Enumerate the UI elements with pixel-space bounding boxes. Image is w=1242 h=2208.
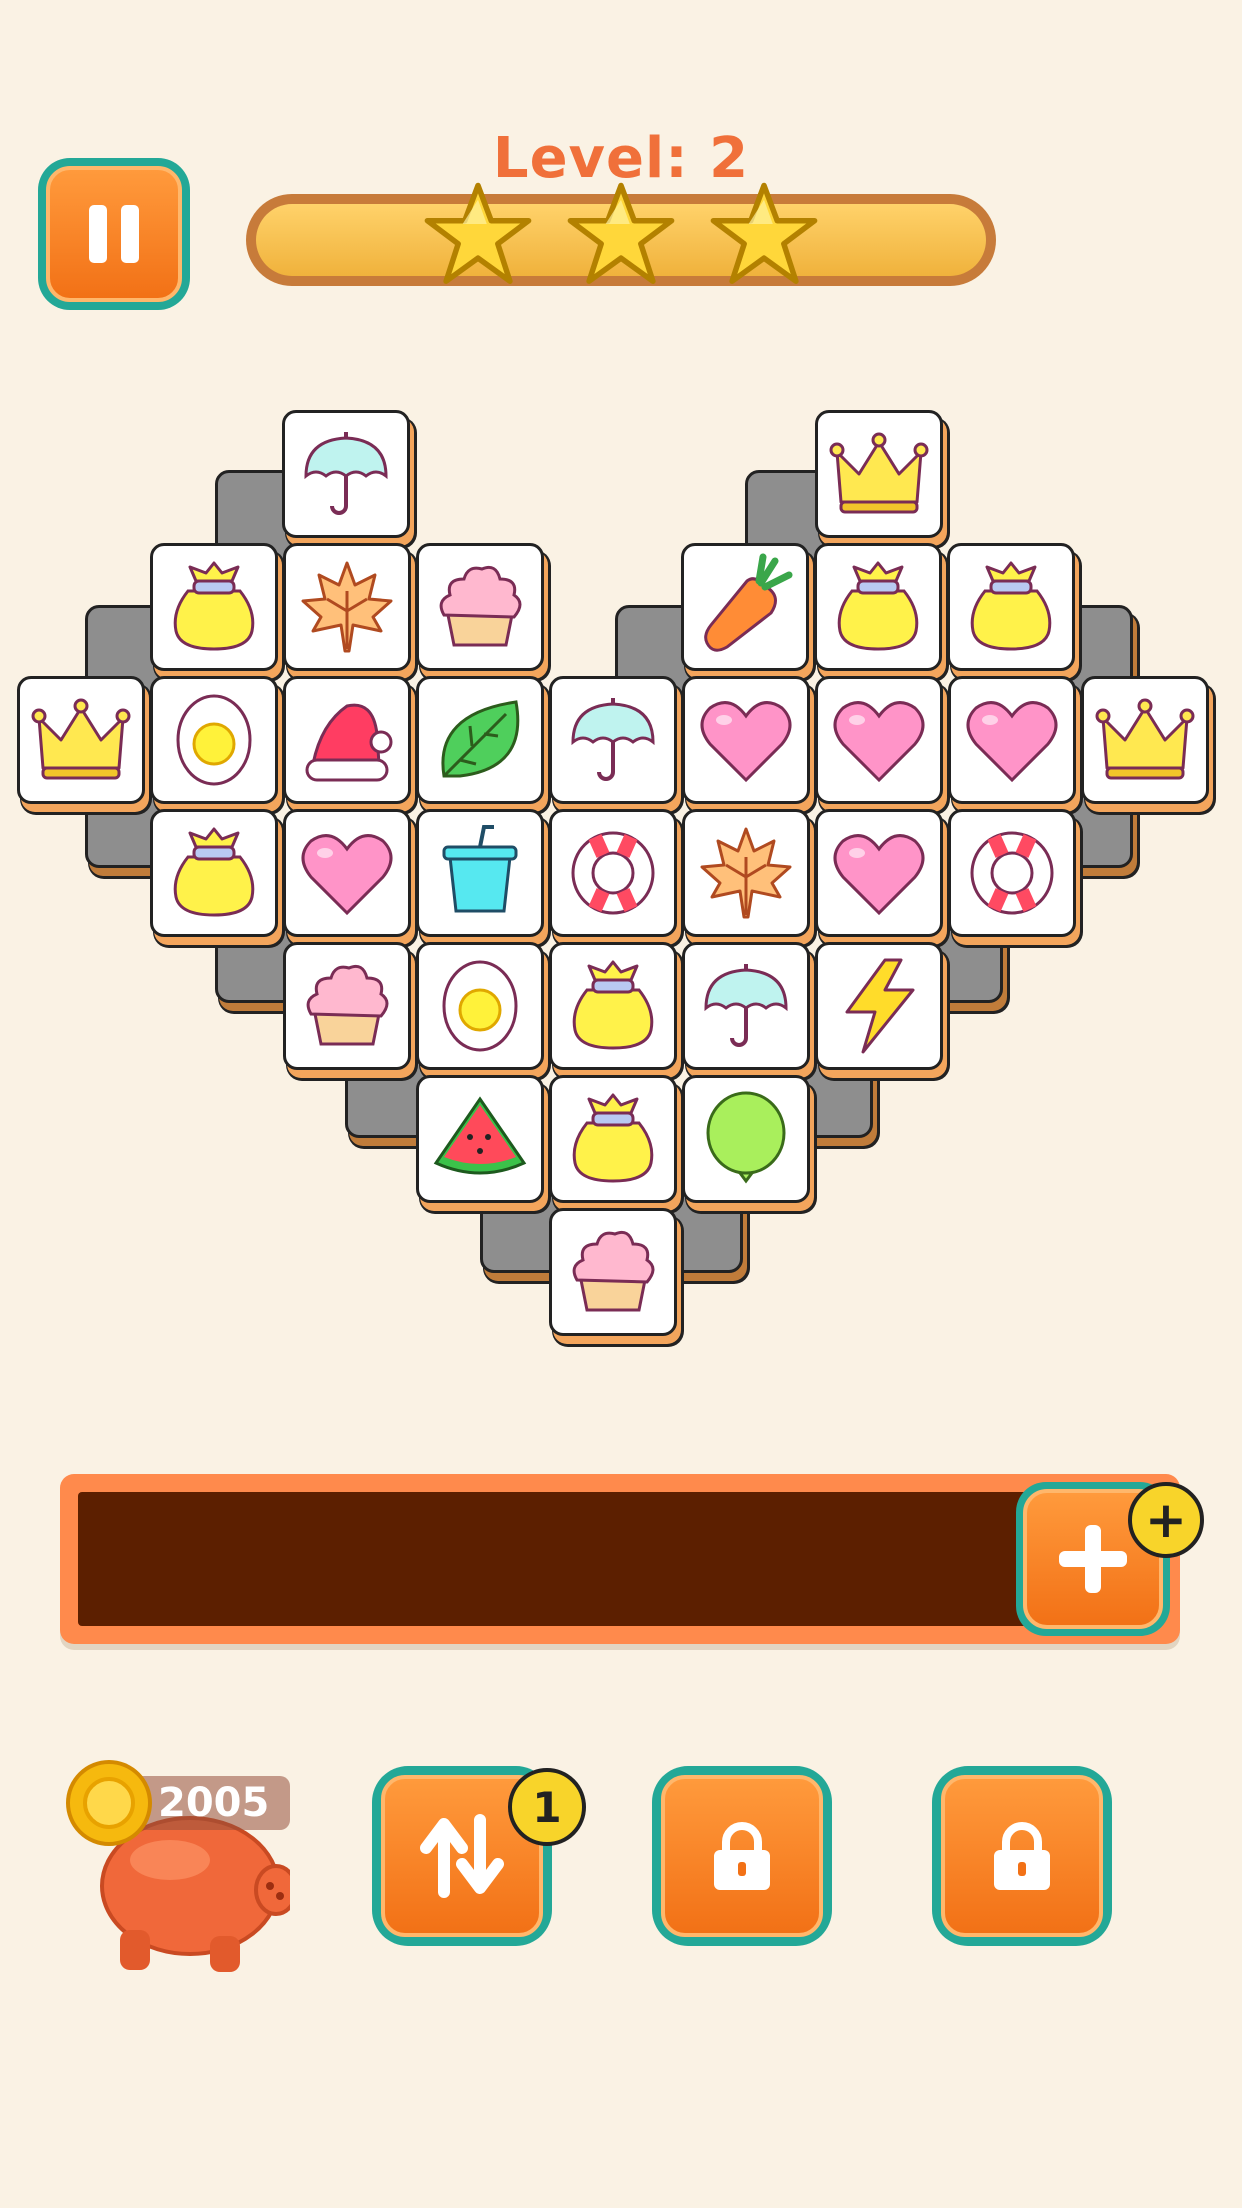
cup-icon (442, 825, 518, 913)
tile-money-bag[interactable] (549, 942, 677, 1070)
tile-maple-leaf[interactable] (283, 543, 411, 671)
tile-money-bag[interactable] (150, 809, 278, 937)
heart-icon (700, 701, 792, 783)
coin-count: 2005 (158, 1780, 270, 1826)
money-bag-icon (572, 960, 654, 1050)
crown-icon (829, 432, 929, 514)
locked-tool-button[interactable] (652, 1766, 832, 1946)
life-ring-icon (571, 831, 655, 915)
money-bag-icon (572, 1093, 654, 1183)
umbrella-icon (571, 698, 655, 781)
money-bag-icon (173, 561, 255, 651)
plus-icon (1059, 1525, 1127, 1593)
tile-tray (60, 1474, 1180, 1644)
leaf-icon (441, 700, 520, 778)
tile-cupcake[interactable] (283, 942, 411, 1070)
tile-heart[interactable] (283, 809, 411, 937)
shuffle-arrows-icon (420, 1814, 504, 1898)
tile-umbrella[interactable] (682, 942, 810, 1070)
maple-leaf-icon (301, 561, 393, 653)
locked-tool-button[interactable] (932, 1766, 1112, 1946)
santa-hat-icon (305, 703, 393, 782)
lock-icon (994, 1822, 1050, 1890)
heart-icon (301, 834, 393, 916)
heart-icon (966, 701, 1058, 783)
pause-icon (89, 205, 107, 263)
tile-life-ring[interactable] (948, 809, 1076, 937)
heart-icon (833, 701, 925, 783)
tile-heart[interactable] (948, 676, 1076, 804)
tile-life-ring[interactable] (549, 809, 677, 937)
tile-cupcake[interactable] (416, 543, 544, 671)
tile-leaf[interactable] (416, 676, 544, 804)
cupcake-icon (439, 565, 522, 647)
tile-crown[interactable] (1081, 676, 1209, 804)
tile-crown[interactable] (17, 676, 145, 804)
cupcake-icon (572, 1230, 655, 1312)
star-icon (567, 182, 675, 284)
crown-icon (1095, 698, 1195, 780)
egg-icon (176, 694, 252, 786)
tile-money-bag[interactable] (947, 543, 1075, 671)
tile-money-bag[interactable] (814, 543, 942, 671)
tile-heart[interactable] (682, 676, 810, 804)
tray-slots (78, 1492, 1162, 1626)
tile-balloon[interactable] (682, 1075, 810, 1203)
tile-umbrella[interactable] (282, 410, 410, 538)
cupcake-icon (306, 964, 389, 1046)
tile-money-bag[interactable] (150, 543, 278, 671)
star-icon (710, 182, 818, 284)
tile-santa-hat[interactable] (283, 676, 411, 804)
tile-cupcake[interactable] (549, 1208, 677, 1336)
shuffle-count-badge: 1 (508, 1768, 586, 1846)
tile-crown[interactable] (815, 410, 943, 538)
tile-egg[interactable] (150, 676, 278, 804)
umbrella-icon (304, 432, 388, 515)
tile-money-bag[interactable] (549, 1075, 677, 1203)
lightning-icon (845, 958, 915, 1054)
carrot-icon (704, 553, 793, 652)
add-slot-badge: + (1128, 1482, 1204, 1558)
tile-heart[interactable] (815, 809, 943, 937)
tile-egg[interactable] (416, 942, 544, 1070)
umbrella-icon (704, 964, 788, 1047)
money-bag-icon (837, 561, 919, 651)
tile-watermelon[interactable] (416, 1075, 544, 1203)
tile-umbrella[interactable] (549, 676, 677, 804)
tile-carrot[interactable] (681, 543, 809, 671)
tile-heart[interactable] (815, 676, 943, 804)
money-bag-icon (173, 827, 255, 917)
balloon-icon (706, 1091, 786, 1184)
egg-icon (442, 960, 518, 1052)
tile-cup[interactable] (416, 809, 544, 937)
crown-icon (31, 698, 131, 780)
star-icon (424, 182, 532, 284)
watermelon-icon (433, 1096, 527, 1175)
maple-leaf-icon (700, 827, 792, 919)
lock-icon (714, 1822, 770, 1890)
coin-icon (66, 1760, 152, 1846)
heart-icon (833, 834, 925, 916)
money-bag-icon (970, 561, 1052, 651)
tile-maple-leaf[interactable] (682, 809, 810, 937)
life-ring-icon (970, 831, 1054, 915)
tile-lightning[interactable] (815, 942, 943, 1070)
